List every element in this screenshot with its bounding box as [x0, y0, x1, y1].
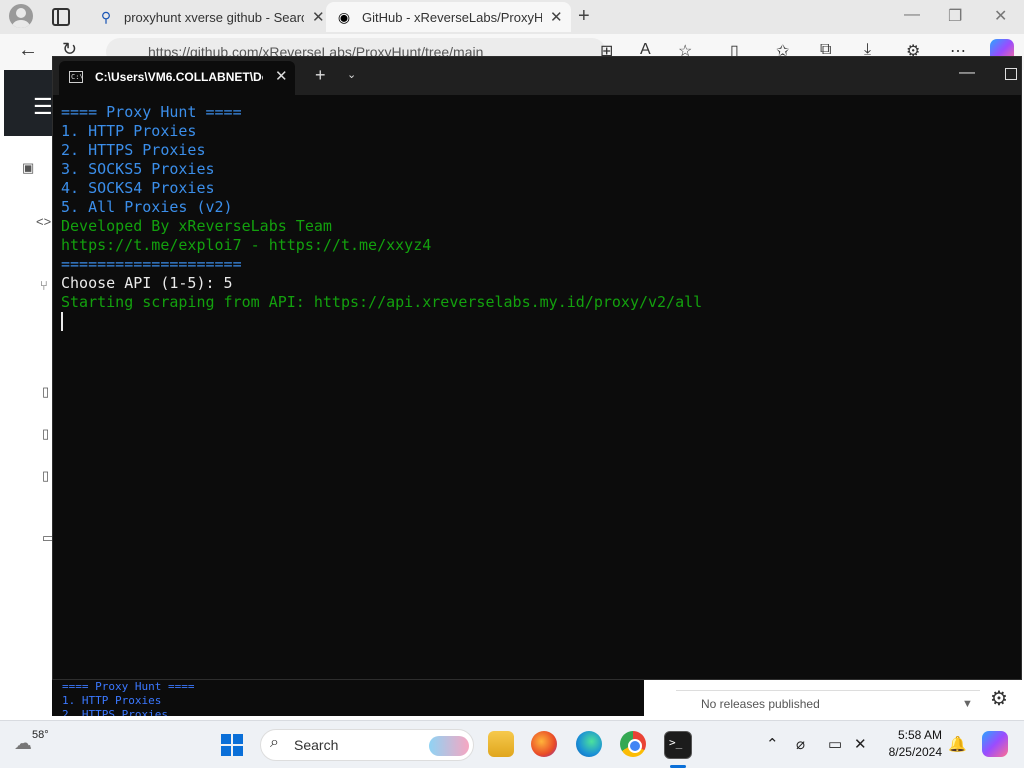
chevron-down-icon[interactable]: ⌄: [347, 68, 356, 81]
terminal-line: 5. All Proxies (v2): [61, 198, 233, 216]
file-icon[interactable]: ▯: [42, 384, 49, 400]
terminal-line: Developed By xReverseLabs Team: [61, 217, 332, 235]
display-icon[interactable]: ▭: [828, 735, 842, 753]
chevron-up-icon[interactable]: ⌃: [766, 735, 779, 753]
chrome-icon[interactable]: [620, 731, 646, 757]
file-icon[interactable]: ▯: [42, 426, 49, 442]
terminal-line: ====================: [61, 255, 242, 273]
github-page-left-edge: ☰ ▣ <> ⑂ ▯ ▯ ▯ ▭: [0, 70, 54, 720]
search-icon: ⚲: [100, 8, 112, 25]
file-icon[interactable]: ▯: [42, 468, 49, 484]
close-window-icon[interactable]: ✕: [994, 6, 1007, 26]
edge-icon[interactable]: [576, 731, 602, 757]
profile-avatar-icon[interactable]: [9, 4, 33, 28]
firefox-icon[interactable]: [531, 731, 557, 757]
close-tab-icon[interactable]: ✕: [312, 8, 325, 26]
terminal-line: 3. SOCKS5 Proxies: [61, 160, 215, 178]
clock-date[interactable]: 8/25/2024: [884, 745, 942, 759]
gear-icon[interactable]: ⚙: [990, 686, 1008, 711]
terminal-icon[interactable]: [664, 731, 692, 759]
close-tab-icon[interactable]: ✕: [550, 8, 563, 26]
tab-label: proxyhunt xverse github - Search: [124, 9, 304, 25]
volume-muted-icon[interactable]: ✕: [854, 735, 867, 753]
terminal-line: 2. HTTPS Proxies: [61, 141, 206, 159]
taskbar-search[interactable]: ⌕ Search: [260, 729, 474, 761]
terminal-window[interactable]: C:\ C:\Users\VM6.COLLABNET\Dc ✕ + ⌄ — ==…: [52, 56, 1022, 680]
close-icon[interactable]: ✕: [275, 67, 288, 85]
taskbar: ☁ 58° ⌕ Search ⌃ ⌀ ▭ ✕ 🔔 5:58 AM 8/25/20…: [0, 720, 1024, 768]
terminal-line: Starting scraping from API: https://api.…: [61, 293, 703, 311]
restore-icon[interactable]: ❐: [948, 6, 962, 26]
network-offline-icon[interactable]: ⌀: [796, 735, 805, 753]
new-terminal-tab-button[interactable]: +: [315, 65, 326, 86]
repo-icon: ▣: [22, 160, 35, 175]
weather-cloud-icon[interactable]: ☁: [14, 733, 32, 754]
terminal-titlebar: C:\ C:\Users\VM6.COLLABNET\Dc ✕ + ⌄ —: [53, 57, 1021, 95]
preview-line: 2. HTTPS Proxies: [62, 708, 168, 716]
tab-label: GitHub - xReverseLabs/ProxyHunt: [362, 9, 542, 25]
preview-line: 1. HTTP Proxies: [62, 694, 162, 707]
search-highlight-icon: [429, 736, 469, 756]
cmd-icon: C:\: [69, 71, 84, 83]
browser-tab-search[interactable]: ⚲ proxyhunt xverse github - Search ✕: [88, 2, 326, 32]
browser-tab-bar: ⚲ proxyhunt xverse github - Search ✕ ◉ G…: [0, 0, 1024, 34]
code-icon[interactable]: <>: [36, 214, 51, 229]
menu-icon: ☰: [33, 94, 53, 119]
terminal-tab-title: C:\Users\VM6.COLLABNET\Dc: [95, 70, 263, 84]
github-icon: ◉: [337, 8, 351, 25]
maximize-icon[interactable]: [1005, 68, 1017, 80]
readme-terminal-preview: ==== Proxy Hunt ==== 1. HTTP Proxies 2. …: [52, 680, 644, 716]
releases-text: No releases published: [701, 697, 820, 711]
text-cursor: [61, 312, 63, 331]
weather-temp[interactable]: 58°: [32, 729, 49, 741]
search-label: Search: [294, 737, 339, 753]
terminal-line: 1. HTTP Proxies: [61, 122, 197, 140]
hamburger-menu-button[interactable]: ☰: [4, 70, 53, 136]
terminal-line: 4. SOCKS4 Proxies: [61, 179, 215, 197]
minimize-icon[interactable]: —: [904, 6, 920, 24]
branch-icon[interactable]: ⑂: [40, 278, 48, 293]
terminal-tab[interactable]: C:\ C:\Users\VM6.COLLABNET\Dc ✕: [59, 61, 295, 95]
minimize-icon[interactable]: —: [959, 64, 975, 82]
terminal-line: ==== Proxy Hunt ====: [61, 103, 242, 121]
copilot-icon[interactable]: [982, 731, 1008, 757]
clock-time[interactable]: 5:58 AM: [884, 728, 942, 742]
search-icon: ⌕: [270, 734, 279, 751]
terminal-line: https://t.me/exploi7 - https://t.me/xxyz…: [61, 236, 432, 254]
notification-bell-icon[interactable]: 🔔: [948, 735, 967, 753]
tab-actions-icon[interactable]: [52, 8, 70, 26]
start-button[interactable]: [221, 734, 243, 756]
releases-section: No releases published ▼: [676, 690, 980, 719]
terminal-output[interactable]: ==== Proxy Hunt ==== 1. HTTP Proxies 2. …: [61, 103, 702, 331]
terminal-line: Choose API (1-5): 5: [61, 274, 233, 292]
new-tab-button[interactable]: +: [578, 5, 590, 28]
chevron-down-icon[interactable]: ▼: [962, 698, 973, 710]
browser-tab-github[interactable]: ◉ GitHub - xReverseLabs/ProxyHunt ✕: [326, 2, 571, 32]
file-explorer-icon[interactable]: [488, 731, 514, 757]
back-icon[interactable]: ←: [18, 39, 38, 62]
preview-line: ==== Proxy Hunt ====: [62, 680, 195, 693]
